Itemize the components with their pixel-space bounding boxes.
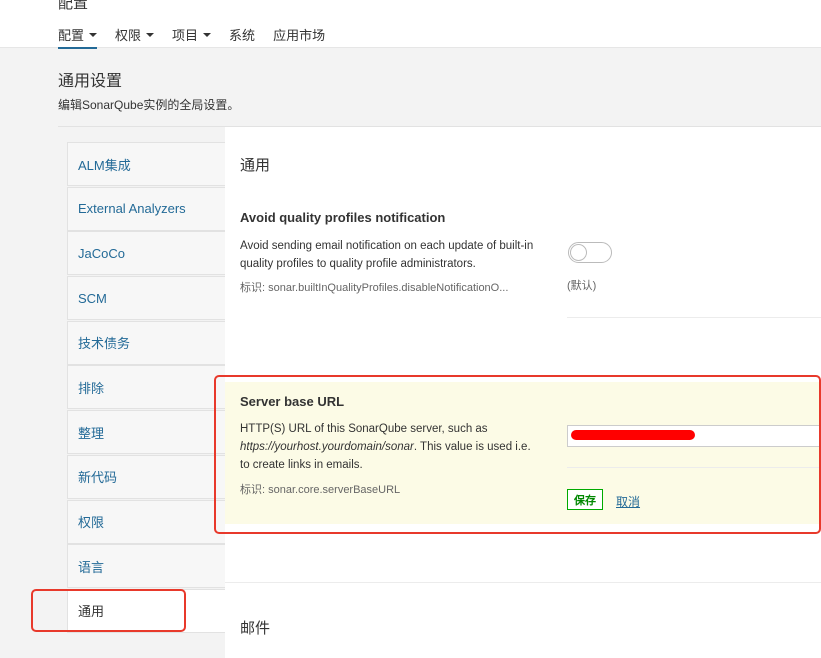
setting-name: Avoid quality profiles notification <box>240 210 446 225</box>
section-title-email: 邮件 <box>240 620 271 637</box>
section-title-general: 通用 <box>240 157 271 174</box>
sidebar-item-permissions[interactable]: 权限 <box>67 499 225 544</box>
sidebar-item-technical-debt[interactable]: 技术债务 <box>67 320 225 365</box>
server-base-url-input[interactable] <box>567 425 821 447</box>
notification-toggle[interactable] <box>568 242 612 263</box>
sidebar-item-exclusions[interactable]: 排除 <box>67 365 225 410</box>
redaction-mark <box>571 430 695 440</box>
cancel-link[interactable]: 取消 <box>616 493 640 510</box>
caret-down-icon <box>203 32 212 37</box>
caret-down-icon <box>146 32 155 37</box>
setting-description: HTTP(S) URL of this SonarQube server, su… <box>240 420 540 474</box>
nav-projects-label: 项目 <box>172 28 199 43</box>
nav-marketplace[interactable]: 应用市场 <box>273 25 325 49</box>
nav-permissions-label: 权限 <box>115 28 142 43</box>
setting-key: 标识: sonar.builtInQualityProfiles.disable… <box>240 282 509 294</box>
settings-category-list: ALM集成 External Analyzers JaCoCo SCM 技术债务… <box>67 142 225 634</box>
section-divider <box>225 582 821 583</box>
top-header: 配置 配置 权限 项目 系统 应用市场 <box>0 0 821 49</box>
sidebar-item-alm[interactable]: ALM集成 <box>67 142 225 186</box>
sidebar-item-scm[interactable]: SCM <box>67 276 225 321</box>
desc-example-url: https://yourhost.yourdomain/sonar <box>240 441 414 453</box>
setting-key: 标识: sonar.core.serverBaseURL <box>240 484 401 496</box>
nav-permissions[interactable]: 权限 <box>115 25 155 49</box>
nav-system-label: 系统 <box>229 28 256 43</box>
nav-projects[interactable]: 项目 <box>172 25 212 49</box>
sidebar-item-new-code[interactable]: 新代码 <box>67 454 225 499</box>
save-button[interactable]: 保存 <box>567 489 603 510</box>
setting-name: Server base URL <box>240 394 345 409</box>
settings-panel: 通用 Avoid quality profiles notification A… <box>225 127 821 658</box>
page-crumb: 配置 <box>58 0 89 12</box>
nav-config[interactable]: 配置 <box>58 25 98 49</box>
row-divider <box>567 317 821 318</box>
default-label: (默认) <box>567 280 597 292</box>
sidebar-item-general[interactable]: 通用 <box>67 588 225 633</box>
nav-marketplace-label: 应用市场 <box>273 28 326 43</box>
toggle-knob <box>570 244 587 261</box>
sidebar-item-housekeeping[interactable]: 整理 <box>67 410 225 455</box>
nav-config-label: 配置 <box>58 28 85 43</box>
setting-description: Avoid sending email notification on each… <box>240 240 534 270</box>
caret-down-icon <box>89 32 98 37</box>
sidebar-item-languages[interactable]: 语言 <box>67 544 225 589</box>
sidebar-item-jacoco[interactable]: JaCoCo <box>67 231 225 276</box>
page-title: 通用设置 <box>58 73 123 90</box>
top-nav: 配置 权限 项目 系统 应用市场 <box>58 25 343 49</box>
nav-system[interactable]: 系统 <box>229 25 255 49</box>
server-base-url-row: Server base URL HTTP(S) URL of this Sona… <box>225 382 821 524</box>
sidebar-item-external-analyzers[interactable]: External Analyzers <box>67 186 225 231</box>
desc-text: HTTP(S) URL of this SonarQube server, su… <box>240 423 488 435</box>
row-divider <box>567 467 821 468</box>
page-description: 编辑SonarQube实例的全局设置。 <box>58 98 240 112</box>
